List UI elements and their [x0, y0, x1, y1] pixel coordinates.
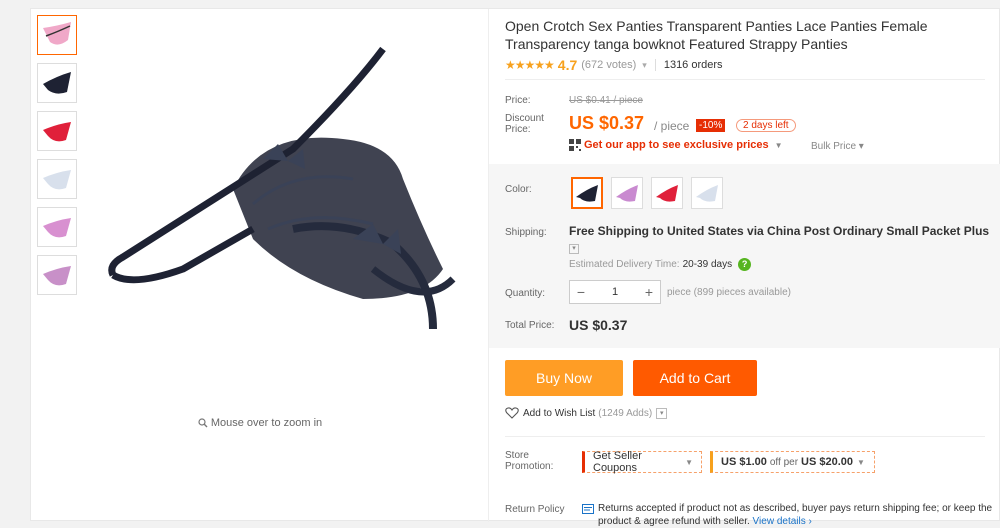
app-promo-link[interactable]: Get our app to see exclusive prices ▼ [569, 139, 783, 151]
thumbnail-3[interactable] [37, 111, 77, 151]
zoom-hint: Mouse over to zoom in [31, 417, 489, 429]
color-swatch-white[interactable] [691, 177, 723, 209]
thumbnail-5[interactable] [37, 207, 77, 247]
main-product-image[interactable] [93, 29, 473, 359]
product-title: Open Crotch Sex Panties Transparent Pant… [505, 18, 928, 52]
original-price: US $0.41 / piece [569, 95, 643, 106]
total-price-label: Total Price: [505, 320, 555, 331]
rating-row: ★★★★★ 4.7 (672 votes) ▾ 1316 orders [505, 57, 723, 73]
pieces-available: piece (899 pieces available) [667, 287, 791, 298]
product-detail: Open Crotch Sex Panties Transparent Pant… [489, 9, 1000, 527]
swatch-white-icon [696, 185, 718, 202]
color-swatch-red[interactable] [651, 177, 683, 209]
thumbnail-panties-violet-icon [43, 218, 71, 238]
wish-list-label: Add to Wish List [523, 407, 596, 419]
magnifier-icon [198, 418, 208, 428]
quantity-label: Quantity: [505, 288, 546, 299]
thumbnail-panties-black-icon [43, 72, 71, 94]
per-piece-label: / piece [654, 119, 690, 133]
add-to-cart-button[interactable]: Add to Cart [633, 360, 757, 396]
divider [505, 436, 985, 437]
rating-score: 4.7 [557, 57, 578, 73]
chevron-down-icon[interactable]: ▾ [642, 60, 647, 71]
thumbnail-panties-white-icon [43, 170, 71, 190]
add-to-wish-list[interactable]: Add to Wish List (1249 Adds) ▾ [505, 407, 668, 419]
increase-button[interactable]: + [638, 284, 660, 300]
chevron-down-icon[interactable]: ▾ [569, 244, 579, 254]
chevron-down-icon: ▼ [857, 457, 865, 467]
image-gallery: Mouse over to zoom in [31, 9, 489, 522]
qr-code-icon [569, 139, 581, 151]
quantity-stepper: − 1 + [569, 280, 661, 304]
discount-price-label: Discount Price: [505, 113, 544, 135]
orders-count: 1316 orders [663, 59, 723, 71]
color-label: Color: [505, 184, 532, 195]
delivery-days: 20-39 days [682, 259, 733, 270]
thumbnail-6[interactable] [37, 255, 77, 295]
store-promotion-label: Store Promotion: [505, 450, 554, 472]
color-swatches [571, 177, 731, 209]
help-icon[interactable]: ? [738, 258, 752, 271]
decrease-button[interactable]: − [570, 284, 592, 300]
shipping-method[interactable]: Free Shipping to United States via China… [569, 224, 994, 254]
days-left-badge: 2 days left [736, 119, 796, 132]
delivery-estimate: Estimated Delivery Time: 20-39 days ? [569, 258, 752, 271]
shipping-label: Shipping: [505, 227, 547, 238]
return-policy-icon [582, 504, 594, 514]
view-details-link[interactable]: View details › [753, 516, 812, 527]
thumbnail-1[interactable] [37, 15, 77, 55]
discount-badge: -10% [696, 119, 726, 132]
chevron-down-icon: ▼ [774, 140, 783, 150]
coupon-off-per: off per [769, 456, 799, 468]
thumbnail-2[interactable] [37, 63, 77, 103]
price-label: Price: [505, 95, 531, 106]
delivery-label: Estimated Delivery Time: [569, 259, 680, 270]
wish-count: (1249 Adds) [598, 407, 653, 419]
zoom-hint-text: Mouse over to zoom in [210, 417, 323, 429]
return-policy-text: Returns accepted if product not as descr… [598, 502, 998, 528]
thumbnail-panties-red-icon [43, 122, 71, 142]
shipping-text: Free Shipping to United States via China… [569, 224, 990, 238]
divider [654, 59, 656, 71]
rating-stars-icon: ★★★★★ [505, 58, 555, 72]
return-policy-label: Return Policy [505, 504, 565, 515]
swatch-black-icon [576, 185, 598, 202]
options-panel [489, 164, 1000, 348]
bulk-price-dropdown[interactable]: Bulk Price ▾ [811, 141, 864, 152]
thumbnail-panties-lilac-icon [43, 266, 71, 286]
product-page: Mouse over to zoom in Open Crotch Sex Pa… [30, 8, 1000, 527]
divider [505, 79, 985, 80]
heart-icon [505, 407, 519, 419]
coupon-amount: US $1.00 [721, 456, 767, 468]
current-price: US $0.37 [569, 113, 645, 133]
total-price: US $0.37 [569, 317, 628, 333]
color-swatch-purple[interactable] [611, 177, 643, 209]
buy-now-button[interactable]: Buy Now [505, 360, 623, 396]
coupon-minimum: US $20.00 [801, 456, 854, 468]
thumbnail-list [37, 15, 77, 303]
store-coupon[interactable]: US $1.00 off per US $20.00 ▼ [710, 451, 875, 473]
seller-coupons-dropdown[interactable]: Get Seller Coupons ▼ [582, 450, 702, 474]
seller-coupons-text: Get Seller Coupons [593, 450, 642, 474]
color-swatch-black[interactable] [571, 177, 603, 209]
thumbnail-panties-pink-icon [43, 22, 71, 45]
quantity-input[interactable]: 1 [592, 286, 638, 298]
swatch-purple-icon [616, 185, 638, 202]
chevron-down-icon: ▼ [685, 457, 693, 467]
swatch-red-icon [656, 185, 678, 202]
thumbnail-4[interactable] [37, 159, 77, 199]
app-promo-text: Get our app to see exclusive prices [584, 139, 769, 151]
chevron-down-icon[interactable]: ▾ [656, 407, 668, 419]
votes-link[interactable]: (672 votes) [581, 59, 636, 71]
